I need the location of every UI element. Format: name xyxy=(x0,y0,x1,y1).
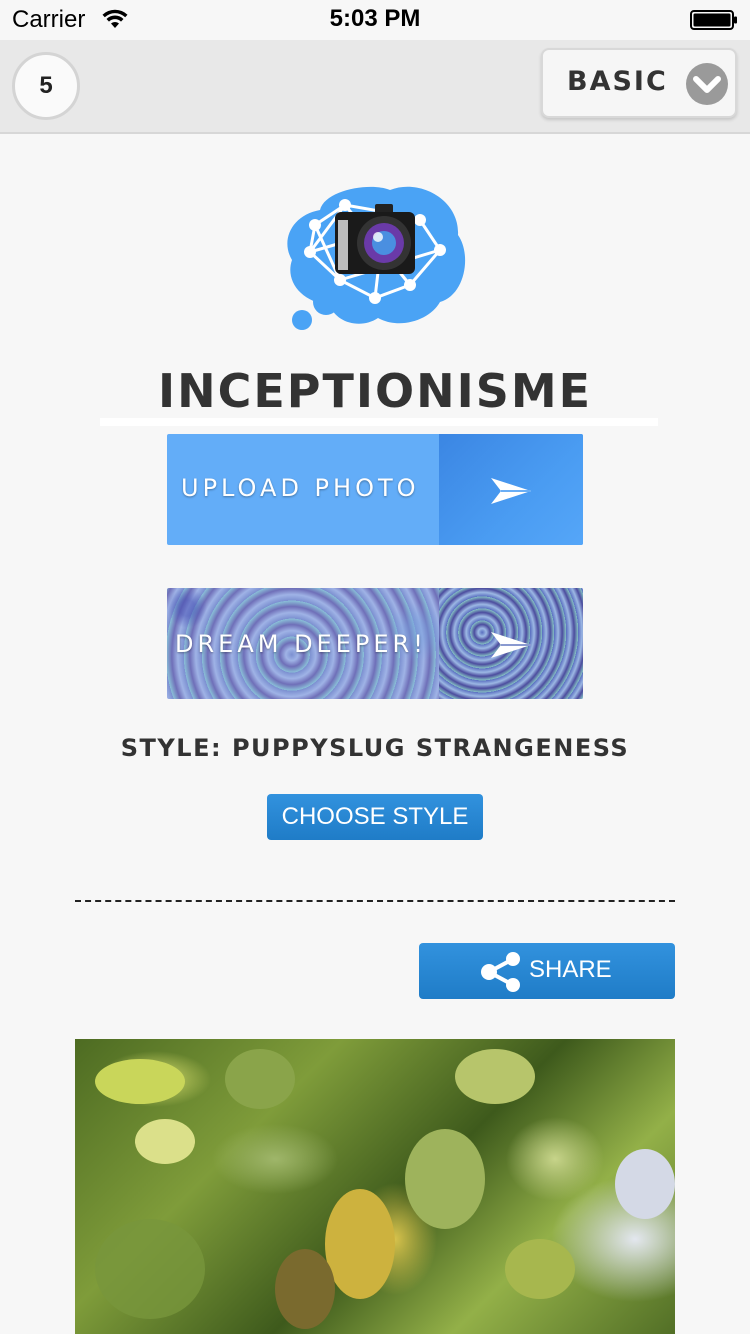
bird-shape xyxy=(225,1049,295,1109)
bird-shape xyxy=(405,1129,485,1229)
dream-result-image xyxy=(75,1039,675,1334)
chevron-down-icon xyxy=(686,63,728,105)
battery-icon xyxy=(690,10,737,30)
bird-shape xyxy=(455,1049,535,1104)
bird-shape xyxy=(135,1119,195,1164)
bird-shape xyxy=(275,1249,335,1329)
style-label: STYLE: PUPPYSLUG STRANGENESS xyxy=(120,734,630,762)
clock: 5:03 PM xyxy=(329,5,421,32)
upload-photo-button[interactable]: UPLOAD PHOTO xyxy=(167,434,583,545)
share-label: SHARE xyxy=(529,956,612,983)
mode-label: BASIC xyxy=(567,66,668,97)
top-toolbar: 5 BASIC xyxy=(0,40,750,134)
status-bar: Carrier 5:03 PM xyxy=(0,0,750,40)
bird-shape xyxy=(95,1219,205,1319)
brain-camera-logo xyxy=(287,186,466,330)
bird-shape xyxy=(615,1149,675,1219)
upload-photo-label: UPLOAD PHOTO xyxy=(181,474,420,502)
paper-plane-icon xyxy=(491,632,531,658)
bird-shape xyxy=(95,1059,185,1104)
share-icon xyxy=(481,952,520,992)
section-divider xyxy=(75,900,675,902)
share-button[interactable]: SHARE xyxy=(419,943,675,999)
bird-shape xyxy=(325,1189,395,1299)
choose-style-button[interactable]: CHOOSE STYLE xyxy=(267,794,483,840)
bird-shape xyxy=(505,1239,575,1299)
app-title: INCEPTIONISME xyxy=(157,364,593,418)
title-underline xyxy=(100,418,658,426)
paper-plane-icon xyxy=(491,478,531,504)
dream-deeper-button[interactable]: DREAM DEEPER! xyxy=(167,588,583,699)
dream-deeper-label: DREAM DEEPER! xyxy=(175,630,427,658)
mode-dropdown-button[interactable]: BASIC xyxy=(541,48,737,118)
credits-count-badge[interactable]: 5 xyxy=(12,52,80,120)
